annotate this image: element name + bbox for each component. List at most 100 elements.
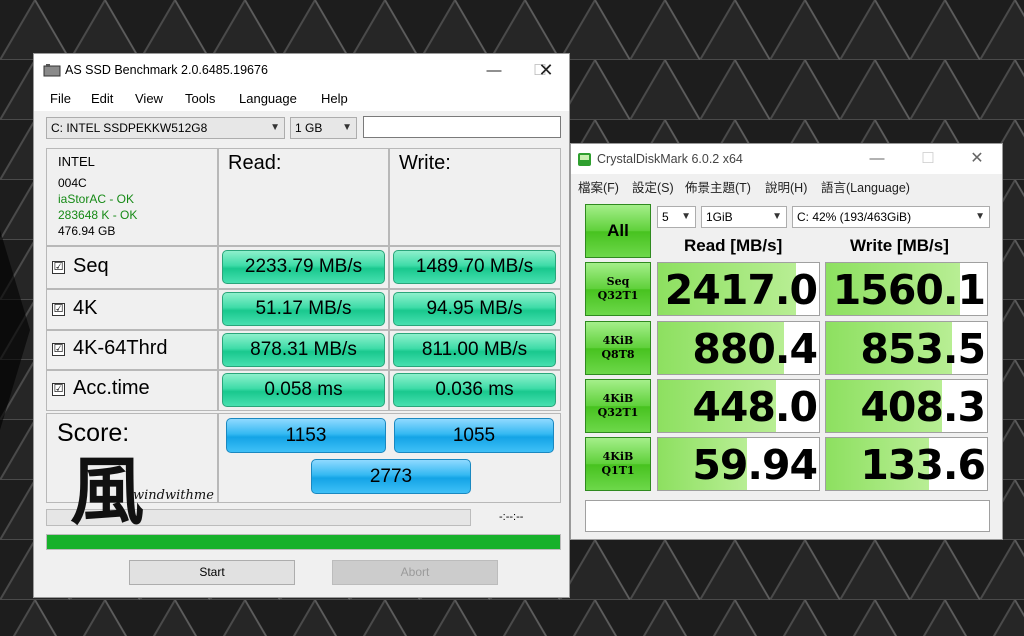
comment-field[interactable] xyxy=(585,500,990,532)
drive-select-value: C: 42% (193/463GiB) xyxy=(797,210,912,224)
seq-checkbox[interactable]: ☑ xyxy=(52,261,65,274)
chevron-down-icon: ▼ xyxy=(772,211,782,222)
drive-select[interactable]: C: INTEL SSDPEKKW512G8 ▼ xyxy=(46,117,285,139)
window-title: CrystalDiskMark 6.0.2 x64 xyxy=(597,152,743,166)
menu-view[interactable]: View xyxy=(135,91,163,106)
row-label-line1: Seq xyxy=(606,275,630,288)
drive-firmware: 004C xyxy=(58,176,87,190)
size-select-value: 1 GB xyxy=(295,121,323,135)
4kib-q8t8-write-value: 853.5 xyxy=(860,325,986,373)
4k-64thrd-write-value: 811.00 MB/s xyxy=(393,333,556,367)
4kib-q1t1-read-box: 59.94 xyxy=(657,437,820,491)
minimize-icon xyxy=(471,54,517,87)
seq-q32t1-read-box: 2417.0 xyxy=(657,262,820,316)
run-count-select[interactable]: 5 ▼ xyxy=(657,206,696,228)
acc-time-checkbox[interactable]: ☑ xyxy=(52,383,65,396)
4k-64thrd-read-value: 878.31 MB/s xyxy=(222,333,385,367)
4kib-q32t1-write-box: 408.3 xyxy=(825,379,988,433)
seq-q32t1-button[interactable]: Seq Q32T1 xyxy=(585,262,651,316)
write-header: Write: xyxy=(399,152,451,174)
write-header-cell: Write: xyxy=(389,148,561,246)
chevron-down-icon: ▼ xyxy=(270,122,280,133)
drive-capacity: 476.94 GB xyxy=(58,224,116,238)
score-label: Score: xyxy=(57,419,130,447)
custom-text-input[interactable] xyxy=(363,116,561,138)
menu-file[interactable]: 檔案(F) xyxy=(578,177,619,196)
acc-time-write-value: 0.036 ms xyxy=(393,373,556,407)
drive-select[interactable]: C: 42% (193/463GiB) ▼ xyxy=(792,206,990,228)
row-label-line2: Q1T1 xyxy=(601,464,635,477)
menu-theme[interactable]: 佈景主題(T) xyxy=(685,177,751,196)
test-size-select[interactable]: 1GiB ▼ xyxy=(701,206,787,228)
seq-q32t1-read-value: 2417.0 xyxy=(664,266,818,314)
4k-checkbox[interactable]: ☑ xyxy=(52,303,65,316)
4kib-q8t8-read-value: 880.4 xyxy=(692,325,818,373)
close-button[interactable]: ✕ xyxy=(954,144,1000,174)
elapsed-time: -:--:-- xyxy=(499,511,524,523)
read-header-cell: Read: xyxy=(218,148,389,246)
write-header: Write [MB/s] xyxy=(850,236,949,255)
drive-vendor: INTEL xyxy=(58,154,95,169)
score-total: 2773 xyxy=(311,459,471,494)
menu-file[interactable]: File xyxy=(50,91,71,106)
drive-driver-status: iaStorAC - OK xyxy=(58,192,135,206)
4kib-q32t1-button[interactable]: 4KiB Q32T1 xyxy=(585,379,651,433)
row-label-line2: Q32T1 xyxy=(597,289,639,302)
4kib-q1t1-button[interactable]: 4KiB Q1T1 xyxy=(585,437,651,491)
watermark-text: windwithme xyxy=(133,488,214,503)
chevron-down-icon: ▼ xyxy=(681,211,691,222)
score-read: 1153 xyxy=(226,418,386,453)
cdm-menubar: 檔案(F) 設定(S) 佈景主題(T) 說明(H) 語言(Language) xyxy=(571,174,1002,196)
abort-button[interactable]: Abort xyxy=(332,560,498,585)
drive-info-panel: INTEL 004C iaStorAC - OK 283648 K - OK 4… xyxy=(46,148,218,246)
menu-help[interactable]: 說明(H) xyxy=(765,177,807,196)
total-progress-bar xyxy=(46,534,561,550)
4kib-q32t1-read-box: 448.0 xyxy=(657,379,820,433)
4k-write-value: 94.95 MB/s xyxy=(393,292,556,326)
size-select[interactable]: 1 GB ▼ xyxy=(290,117,357,139)
test-label-acc-time: Acc.time xyxy=(73,377,150,399)
row-label-line1: 4KiB xyxy=(602,392,634,405)
4kib-q1t1-write-value: 133.6 xyxy=(860,441,986,489)
test-label-seq: Seq xyxy=(73,255,109,277)
start-button[interactable]: Start xyxy=(129,560,295,585)
app-icon xyxy=(578,153,591,166)
crystaldiskmark-window: CrystalDiskMark 6.0.2 x64 — ☐ ✕ 檔案(F) 設定… xyxy=(570,143,1003,540)
4kib-q1t1-read-value: 59.94 xyxy=(692,441,818,489)
test-row-4k-64thrd: ☑ 4K-64Thrd xyxy=(46,330,218,370)
test-label-4k: 4K xyxy=(73,297,98,319)
minimize-button[interactable]: — xyxy=(854,144,900,174)
chevron-down-icon: ▼ xyxy=(975,211,985,222)
window-title: AS SSD Benchmark 2.0.6485.19676 xyxy=(65,63,268,77)
seq-read-value: 2233.79 MB/s xyxy=(222,250,385,284)
4kib-q8t8-button[interactable]: 4KiB Q8T8 xyxy=(585,321,651,375)
drive-alignment-status: 283648 K - OK xyxy=(58,208,138,222)
test-row-seq: ☑ Seq xyxy=(46,246,218,289)
as-ssd-menubar: File Edit View Tools Language Help xyxy=(34,87,569,111)
cdm-titlebar: CrystalDiskMark 6.0.2 x64 — ☐ ✕ xyxy=(571,144,1002,174)
test-label-4k-64thrd: 4K-64Thrd xyxy=(73,337,168,359)
close-button[interactable]: ✕ xyxy=(523,54,569,87)
total-progress-fill xyxy=(47,535,560,549)
row-label-line2: Q32T1 xyxy=(597,406,639,419)
maximize-button[interactable]: ☐ xyxy=(905,144,951,174)
read-header: Read [MB/s] xyxy=(684,236,783,255)
menu-settings[interactable]: 設定(S) xyxy=(632,177,674,196)
app-icon xyxy=(43,64,61,77)
seq-write-value: 1489.70 MB/s xyxy=(393,250,556,284)
all-button[interactable]: All xyxy=(585,204,651,258)
read-header: Read: xyxy=(228,152,282,174)
run-count-value: 5 xyxy=(662,210,669,224)
menu-tools[interactable]: Tools xyxy=(185,91,215,106)
menu-language[interactable]: Language xyxy=(239,91,297,106)
test-size-value: 1GiB xyxy=(706,210,733,224)
row-label-line2: Q8T8 xyxy=(601,348,635,361)
as-ssd-titlebar: AS SSD Benchmark 2.0.6485.19676 — ☐ ✕ xyxy=(34,54,569,87)
4kib-q8t8-write-box: 853.5 xyxy=(825,321,988,375)
4k-64thrd-checkbox[interactable]: ☑ xyxy=(52,343,65,356)
menu-language[interactable]: 語言(Language) xyxy=(821,177,910,196)
menu-help[interactable]: Help xyxy=(321,91,348,106)
score-write: 1055 xyxy=(394,418,554,453)
menu-edit[interactable]: Edit xyxy=(91,91,113,106)
4k-read-value: 51.17 MB/s xyxy=(222,292,385,326)
